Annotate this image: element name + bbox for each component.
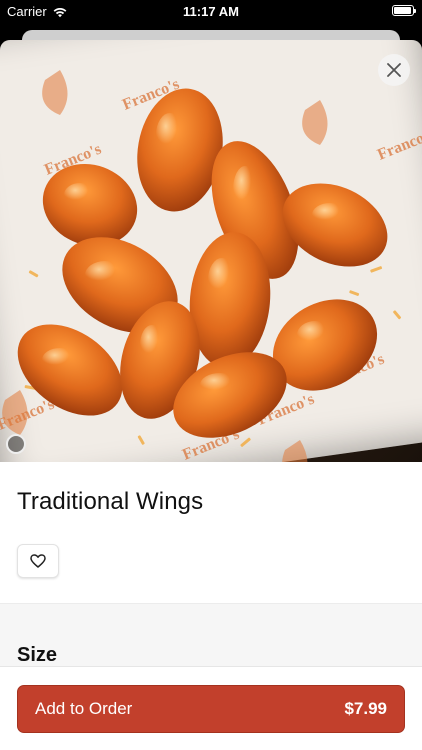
battery-icon	[392, 5, 416, 16]
wings-pile	[17, 88, 388, 438]
close-button[interactable]	[378, 54, 410, 86]
paper-print-text: Franco's	[375, 126, 422, 164]
item-price: $7.99	[344, 699, 387, 718]
battery-indicator	[392, 5, 416, 16]
add-to-order-button[interactable]: Add to Order $7.99	[17, 685, 405, 733]
item-detail-sheet: Franco's Franco's Franco's Franco's Fran…	[0, 40, 422, 750]
wings-illustration: Franco's Franco's Franco's Franco's Fran…	[0, 70, 422, 462]
app-screen: Carrier 11:17 AM Franco's Franco's Franc…	[0, 0, 422, 750]
item-photo: Franco's Franco's Franco's Franco's Fran…	[0, 40, 422, 462]
favorite-button[interactable]	[17, 544, 59, 578]
status-bar: Carrier 11:17 AM	[0, 0, 422, 22]
brand-logo-badge	[6, 434, 26, 454]
status-time: 11:17 AM	[183, 4, 239, 19]
battery-fill	[394, 7, 411, 14]
item-title: Traditional Wings	[17, 488, 204, 515]
order-footer: Add to Order $7.99	[0, 666, 422, 750]
size-section-title: Size	[17, 644, 58, 666]
heart-icon	[30, 554, 46, 568]
add-to-order-label: Add to Order	[35, 699, 133, 718]
close-icon	[387, 63, 401, 77]
